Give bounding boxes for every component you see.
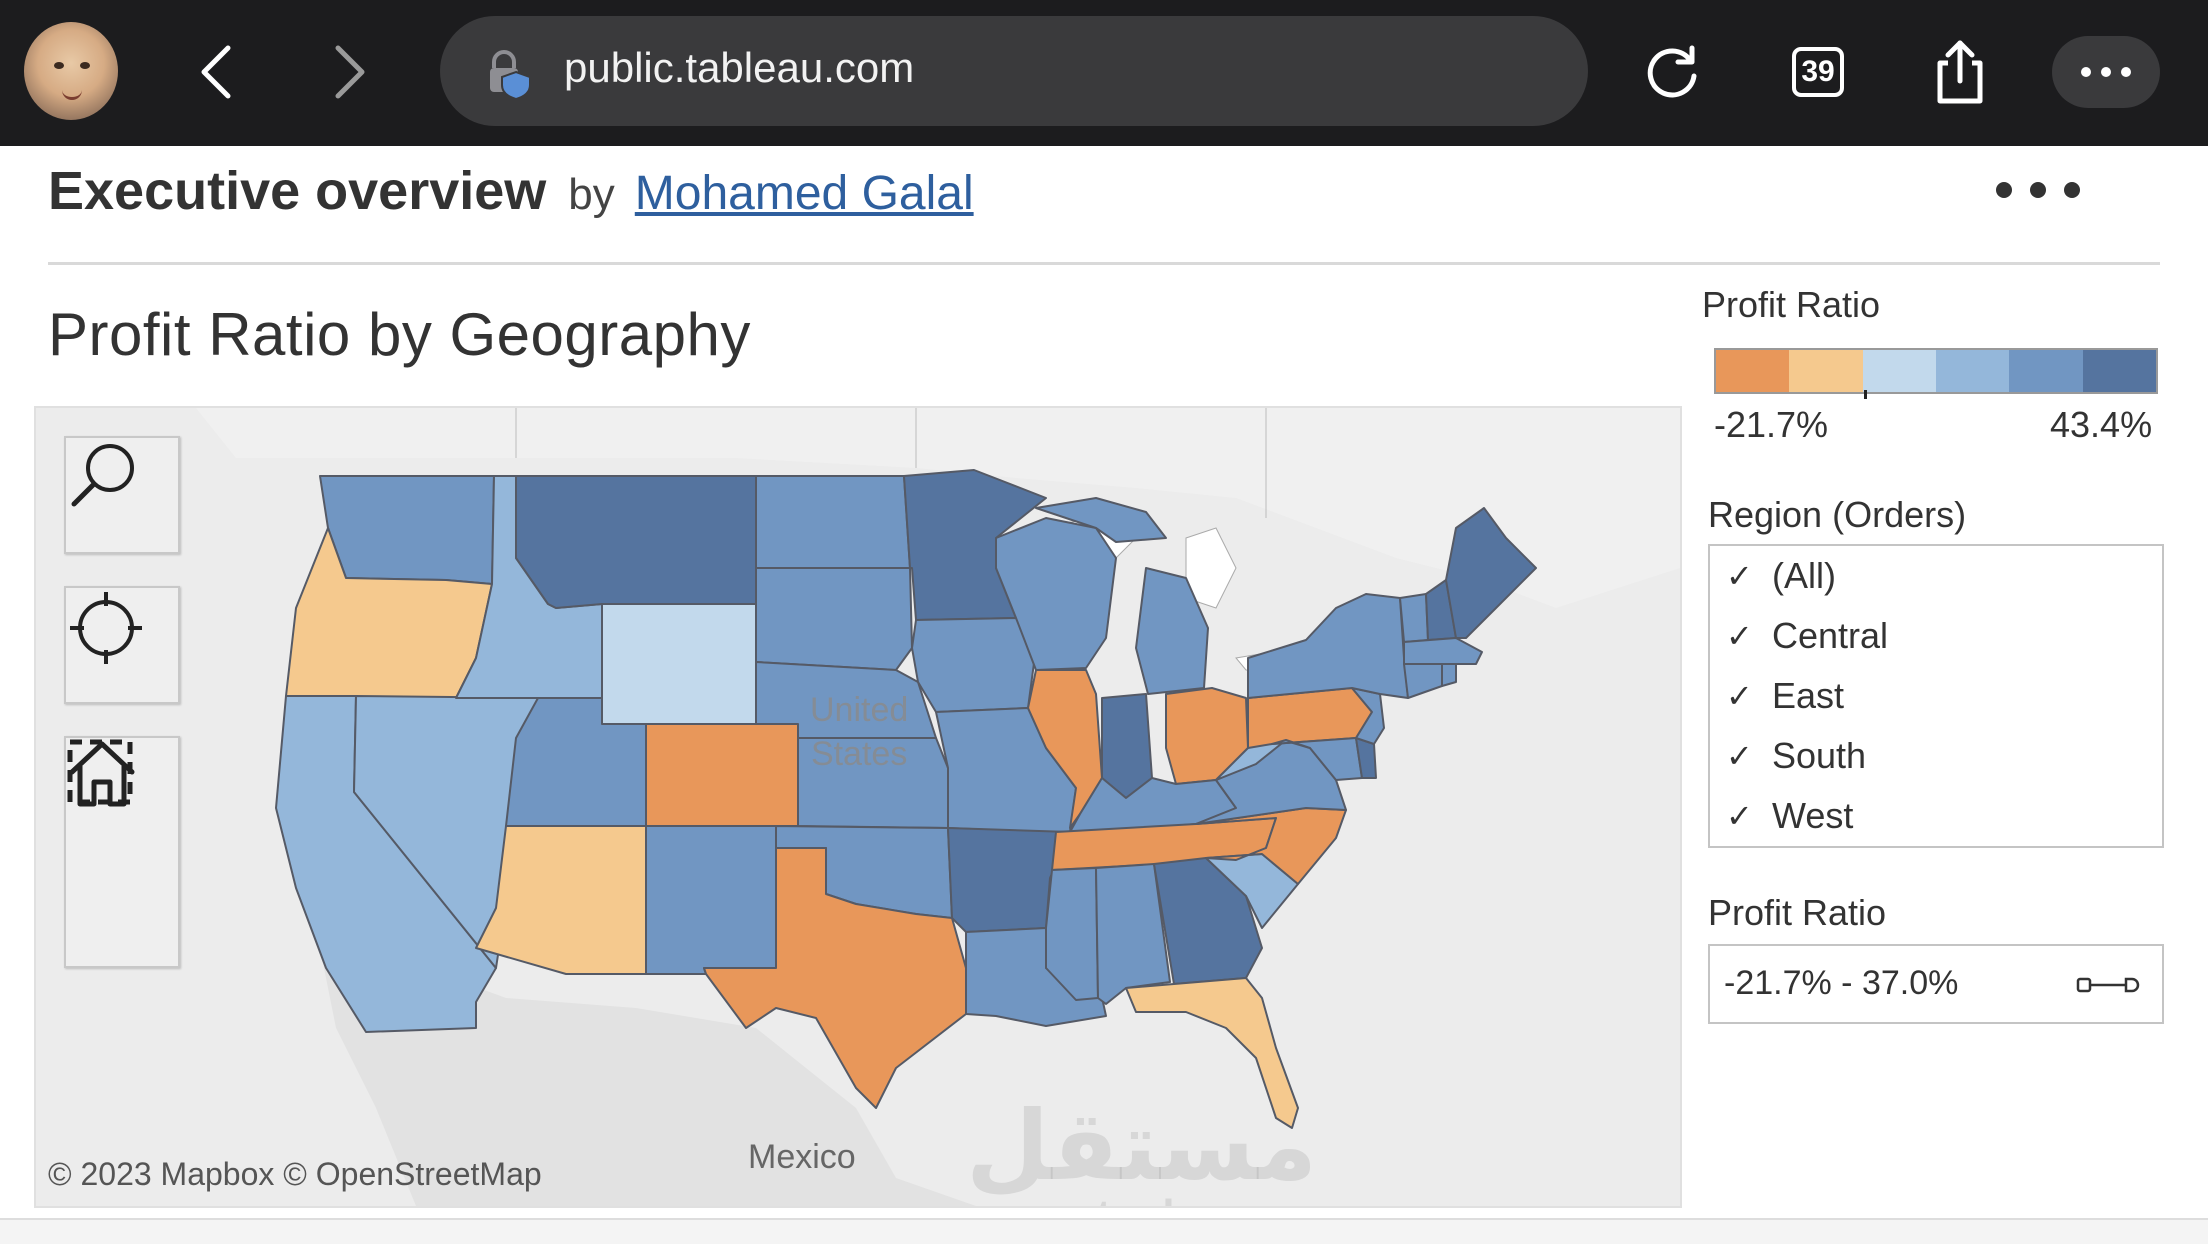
legend-swatch (1716, 350, 1790, 392)
filter-item-label: (All) (1772, 555, 1836, 596)
color-legend[interactable] (1714, 348, 2158, 394)
state-wyoming (601, 603, 757, 725)
state-rhode-island (1441, 663, 1457, 687)
reload-icon (1647, 45, 1697, 98)
checkmark-icon: ✓ (1726, 617, 1753, 655)
filter-item-all[interactable]: ✓ (All) (1710, 546, 2162, 606)
legend-swatch (2009, 350, 2083, 392)
state-washington (319, 475, 495, 585)
country-label-mexico: Mexico (748, 1138, 856, 1176)
share-icon (1937, 40, 1983, 104)
profile-avatar[interactable] (24, 22, 118, 120)
checkmark-icon: ✓ (1726, 677, 1753, 715)
map-search-button[interactable] (64, 436, 180, 554)
region-filter-title: Region (Orders) (1708, 494, 1967, 535)
legend-min-label: -21.7% (1714, 404, 1829, 445)
map-attribution: © 2023 Mapbox © OpenStreetMap (48, 1156, 542, 1192)
page-title: Executive overview (48, 161, 547, 221)
viz-header: Executive overview by Mohamed Galal (48, 160, 974, 230)
map-select-home-group (64, 736, 180, 968)
filter-item-label: Central (1772, 615, 1889, 656)
share-button[interactable] (1924, 36, 1996, 108)
home-icon (69, 741, 135, 807)
search-icon (71, 444, 134, 507)
profit-filter-title: Profit Ratio (1708, 892, 1887, 933)
range-slider-icon[interactable] (2074, 970, 2144, 1000)
browser-toolbar: public.tableau.com 39 (0, 0, 2208, 146)
by-label: by (568, 170, 615, 219)
back-button[interactable] (186, 38, 246, 106)
state-montana (515, 475, 757, 609)
reload-button[interactable] (1636, 36, 1708, 108)
tabs-button[interactable]: 39 (1782, 36, 1854, 108)
filter-item-label: South (1772, 735, 1867, 776)
legend-swatch (2082, 350, 2156, 392)
filter-item-east[interactable]: ✓ East (1710, 666, 2162, 726)
header-divider (48, 262, 2160, 265)
country-label-us: United States (810, 691, 909, 773)
map-view[interactable]: United States Mexico © 2023 Mapbox © Ope… (34, 406, 1682, 1208)
chart-title: Profit Ratio by Geography (48, 301, 751, 368)
filter-item-west[interactable]: ✓ West (1710, 786, 2162, 846)
url-text: public.tableau.com (564, 44, 915, 91)
forward-button[interactable] (320, 38, 380, 106)
state-indiana (1101, 693, 1153, 799)
checkmark-icon: ✓ (1726, 737, 1753, 775)
checkmark-icon: ✓ (1726, 557, 1753, 595)
state-vermont (1399, 593, 1429, 643)
state-north-dakota (755, 475, 911, 569)
crosshair-icon (70, 592, 142, 664)
legend-swatch (1935, 350, 2010, 392)
state-new-mexico (645, 825, 777, 975)
filter-item-south[interactable]: ✓ South (1710, 726, 2162, 786)
map-canvas (36, 408, 1680, 1206)
legend-swatch (1862, 350, 1936, 392)
legend-zero-tick (1864, 390, 1867, 399)
viz-toolbar (0, 1218, 2208, 1244)
viz-more-button[interactable] (1996, 182, 2080, 198)
privacy-lock-icon (484, 46, 536, 103)
profit-range-value: -21.7% - 37.0% (1724, 964, 1959, 1002)
chevron-right-icon (335, 45, 365, 99)
map-home-button[interactable] (66, 741, 178, 970)
checkmark-icon: ✓ (1726, 797, 1753, 835)
address-bar[interactable]: public.tableau.com (440, 16, 1588, 126)
state-colorado (645, 723, 799, 827)
legend-max-label: 43.4% (2050, 404, 2153, 445)
filter-item-central[interactable]: ✓ Central (1710, 606, 2162, 666)
map-locate-button[interactable] (64, 586, 180, 704)
tab-count: 39 (1792, 47, 1844, 97)
author-link[interactable]: Mohamed Galal (635, 166, 974, 221)
profit-range-filter[interactable]: -21.7% - 37.0% (1708, 944, 2164, 1024)
legend-title: Profit Ratio (1702, 284, 1881, 325)
state-iowa (911, 617, 1037, 713)
region-filter-list: ✓ (All) ✓ Central ✓ East ✓ South ✓ West (1708, 544, 2164, 848)
watermark: مستقل mostaql.com (966, 1090, 1318, 1206)
legend-swatch (1789, 350, 1863, 392)
chevron-left-icon (201, 45, 231, 99)
state-south-dakota (755, 567, 913, 671)
filter-item-label: West (1772, 795, 1854, 836)
filter-item-label: East (1772, 675, 1845, 716)
browser-more-button[interactable] (2052, 36, 2160, 108)
